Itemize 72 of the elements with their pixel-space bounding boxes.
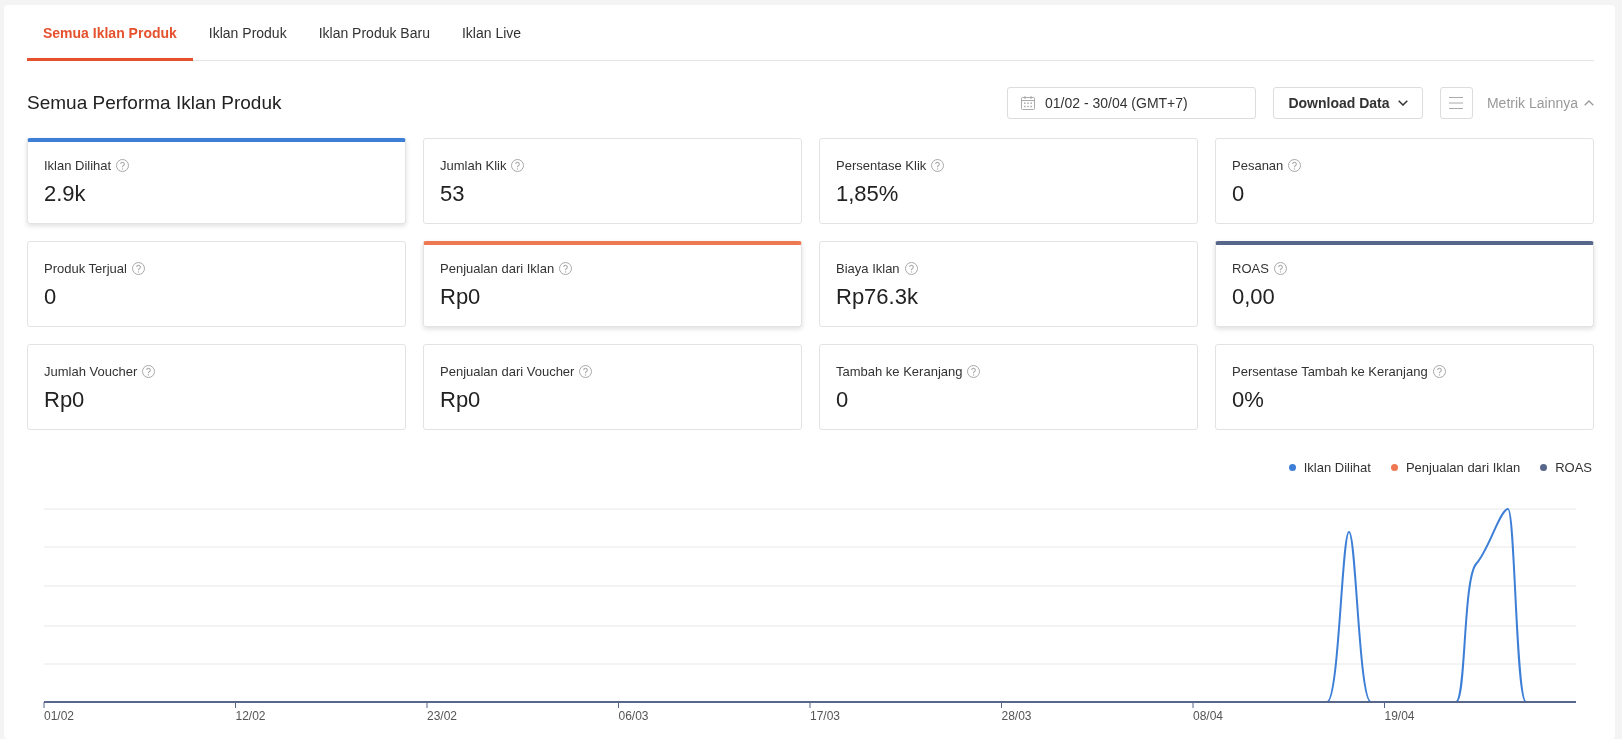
metric-card[interactable]: Biaya Iklan Rp76.3k (819, 241, 1198, 327)
metric-label: Jumlah Klik (440, 157, 507, 173)
tab[interactable]: Iklan Produk Baru (302, 5, 446, 61)
x-axis-label: 23/02 (427, 709, 458, 723)
x-axis-label: 28/03 (1001, 709, 1032, 723)
chevron-down-icon (1397, 100, 1408, 106)
menu-icon (1449, 97, 1464, 109)
metric-label: Biaya Iklan (836, 260, 900, 276)
x-axis-label: 01/02 (44, 709, 75, 723)
metric-value: Rp0 (440, 283, 482, 311)
x-axis-label: 06/03 (618, 709, 649, 723)
metric-label: Iklan Dilihat (44, 157, 112, 173)
legend-label[interactable]: Iklan Dilihat (1303, 459, 1371, 475)
list-view-button[interactable] (1439, 87, 1473, 119)
help-icon[interactable] (559, 261, 573, 275)
help-icon[interactable] (142, 364, 156, 378)
x-axis-label: 19/04 (1384, 709, 1415, 723)
metric-value: Rp0 (44, 386, 86, 414)
metric-value: 0 (836, 386, 850, 414)
tab[interactable]: Semua Iklan Produk (27, 5, 193, 61)
tab[interactable]: Iklan Live (445, 5, 538, 61)
legend-label[interactable]: ROAS (1555, 459, 1592, 475)
metric-card[interactable]: ROAS 0,00 (1215, 241, 1594, 327)
calendar-icon (1020, 96, 1035, 110)
metric-card[interactable]: Penjualan dari Voucher Rp0 (423, 344, 802, 430)
help-icon[interactable] (1432, 364, 1446, 378)
x-axis-label: 17/03 (810, 709, 841, 723)
help-icon[interactable] (116, 158, 130, 172)
help-icon[interactable] (967, 364, 981, 378)
metric-label: ROAS (1232, 260, 1269, 276)
metric-value: Rp0 (440, 386, 482, 414)
metric-label: Penjualan dari Voucher (440, 363, 575, 379)
metric-card[interactable]: Produk Terjual 0 (27, 241, 406, 327)
help-icon[interactable] (931, 158, 945, 172)
metric-label: Produk Terjual (44, 260, 127, 276)
help-icon[interactable] (1288, 158, 1302, 172)
date-range-value: 01/02 - 30/04 (GMT+7) (1044, 95, 1188, 111)
help-icon[interactable] (579, 364, 593, 378)
help-icon[interactable] (131, 261, 145, 275)
download-data-button[interactable]: Download Data (1272, 87, 1423, 119)
chevron-up-icon (1584, 100, 1594, 106)
metric-label: Persentase Klik (836, 157, 927, 173)
metric-value: 1,85% (836, 180, 900, 208)
metric-card[interactable]: Jumlah Klik 53 (423, 138, 802, 224)
metric-card[interactable]: Pesanan 0 (1215, 138, 1594, 224)
metric-card[interactable]: Persentase Tambah ke Keranjang 0% (1215, 344, 1594, 430)
metric-label: Pesanan (1232, 157, 1284, 173)
metric-label: Penjualan dari Iklan (440, 260, 555, 276)
metric-value: Rp76.3k (836, 283, 919, 311)
x-axis-label: 12/02 (235, 709, 266, 723)
metric-value: 0,00 (1232, 283, 1276, 311)
metric-card[interactable]: Persentase Klik 1,85% (819, 138, 1198, 224)
help-icon[interactable] (1273, 261, 1287, 275)
metric-value: 2.9k (44, 180, 87, 208)
metric-card[interactable]: Iklan Dilihat 2.9k (27, 138, 406, 224)
metric-card[interactable]: Jumlah Voucher Rp0 (27, 344, 406, 430)
date-range-field[interactable]: 01/02 - 30/04 (GMT+7) (1006, 87, 1256, 119)
tab[interactable]: Iklan Produk (192, 5, 303, 61)
metric-card[interactable]: Penjualan dari Iklan Rp0 (423, 241, 802, 327)
metric-label: Jumlah Voucher (44, 363, 138, 379)
help-icon[interactable] (511, 158, 525, 172)
metric-value: 0% (1232, 386, 1265, 414)
help-icon[interactable] (904, 261, 918, 275)
metric-value: 0 (44, 283, 58, 311)
metric-value: 0 (1232, 180, 1246, 208)
legend-label[interactable]: Penjualan dari Iklan (1405, 459, 1521, 475)
metric-card[interactable]: Tambah ke Keranjang 0 (819, 344, 1198, 430)
metric-value: 53 (440, 180, 466, 208)
section-title: Semua Performa Iklan Produk (27, 92, 282, 114)
x-axis-label: 08/04 (1193, 709, 1224, 723)
metric-label: Persentase Tambah ke Keranjang (1232, 363, 1428, 379)
metric-label: Tambah ke Keranjang (836, 363, 963, 379)
